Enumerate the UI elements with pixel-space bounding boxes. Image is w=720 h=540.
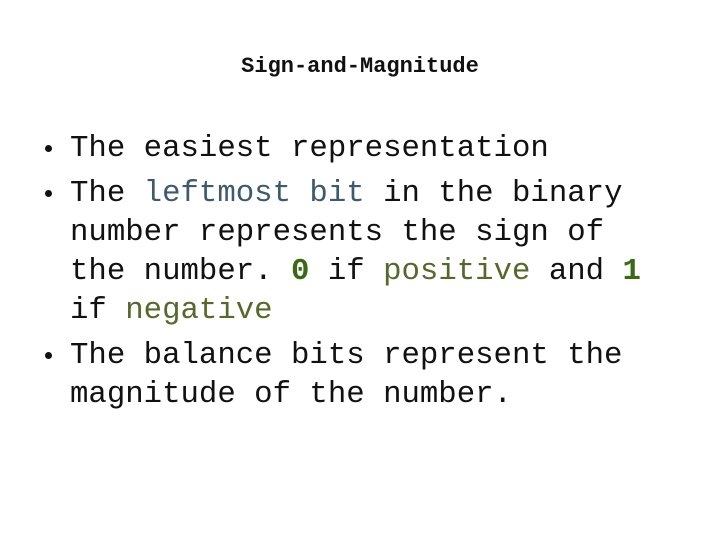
text-segment: The balance bits represent the bbox=[70, 338, 623, 373]
bullet-list: The easiest representation The leftmost … bbox=[0, 129, 720, 420]
bullet-item-balance-bits: The balance bits represent the magnitude… bbox=[0, 336, 720, 414]
text-segment: magnitude of the number. bbox=[70, 377, 512, 412]
bullet-dot-icon bbox=[45, 145, 52, 152]
text-segment: in the binary bbox=[364, 176, 623, 211]
text-segment: and bbox=[530, 254, 623, 289]
highlight-negative: negative bbox=[125, 293, 273, 328]
bullet-line: number represents the sign of bbox=[70, 213, 700, 252]
text-segment: The easiest representation bbox=[70, 131, 549, 166]
bullet-line: The easiest representation bbox=[70, 129, 700, 168]
bullet-line: the number. 0 if positive and 1 bbox=[70, 252, 700, 291]
bullet-dot-icon bbox=[45, 352, 52, 359]
bullet-line: The balance bits represent the bbox=[70, 336, 700, 375]
highlight-leftmost-bit: leftmost bit bbox=[143, 176, 365, 211]
text-segment: number represents the sign of bbox=[70, 215, 605, 250]
text-segment: The bbox=[70, 176, 144, 211]
highlight-one: 1 bbox=[622, 254, 641, 289]
bullet-item-easiest: The easiest representation bbox=[0, 129, 720, 168]
highlight-positive: positive bbox=[383, 254, 531, 289]
text-segment: if bbox=[309, 254, 384, 289]
highlight-zero: 0 bbox=[291, 254, 310, 289]
bullet-line: The leftmost bit in the binary bbox=[70, 174, 700, 213]
slide-title: Sign-and-Magnitude bbox=[241, 54, 479, 79]
bullet-line: magnitude of the number. bbox=[70, 375, 700, 414]
bullet-dot-icon bbox=[45, 190, 52, 197]
text-segment: the number. bbox=[70, 254, 291, 289]
text-segment: if bbox=[70, 293, 126, 328]
bullet-item-leftmost-bit: The leftmost bit in the binary number re… bbox=[0, 174, 720, 330]
bullet-line: if negative bbox=[70, 291, 700, 330]
